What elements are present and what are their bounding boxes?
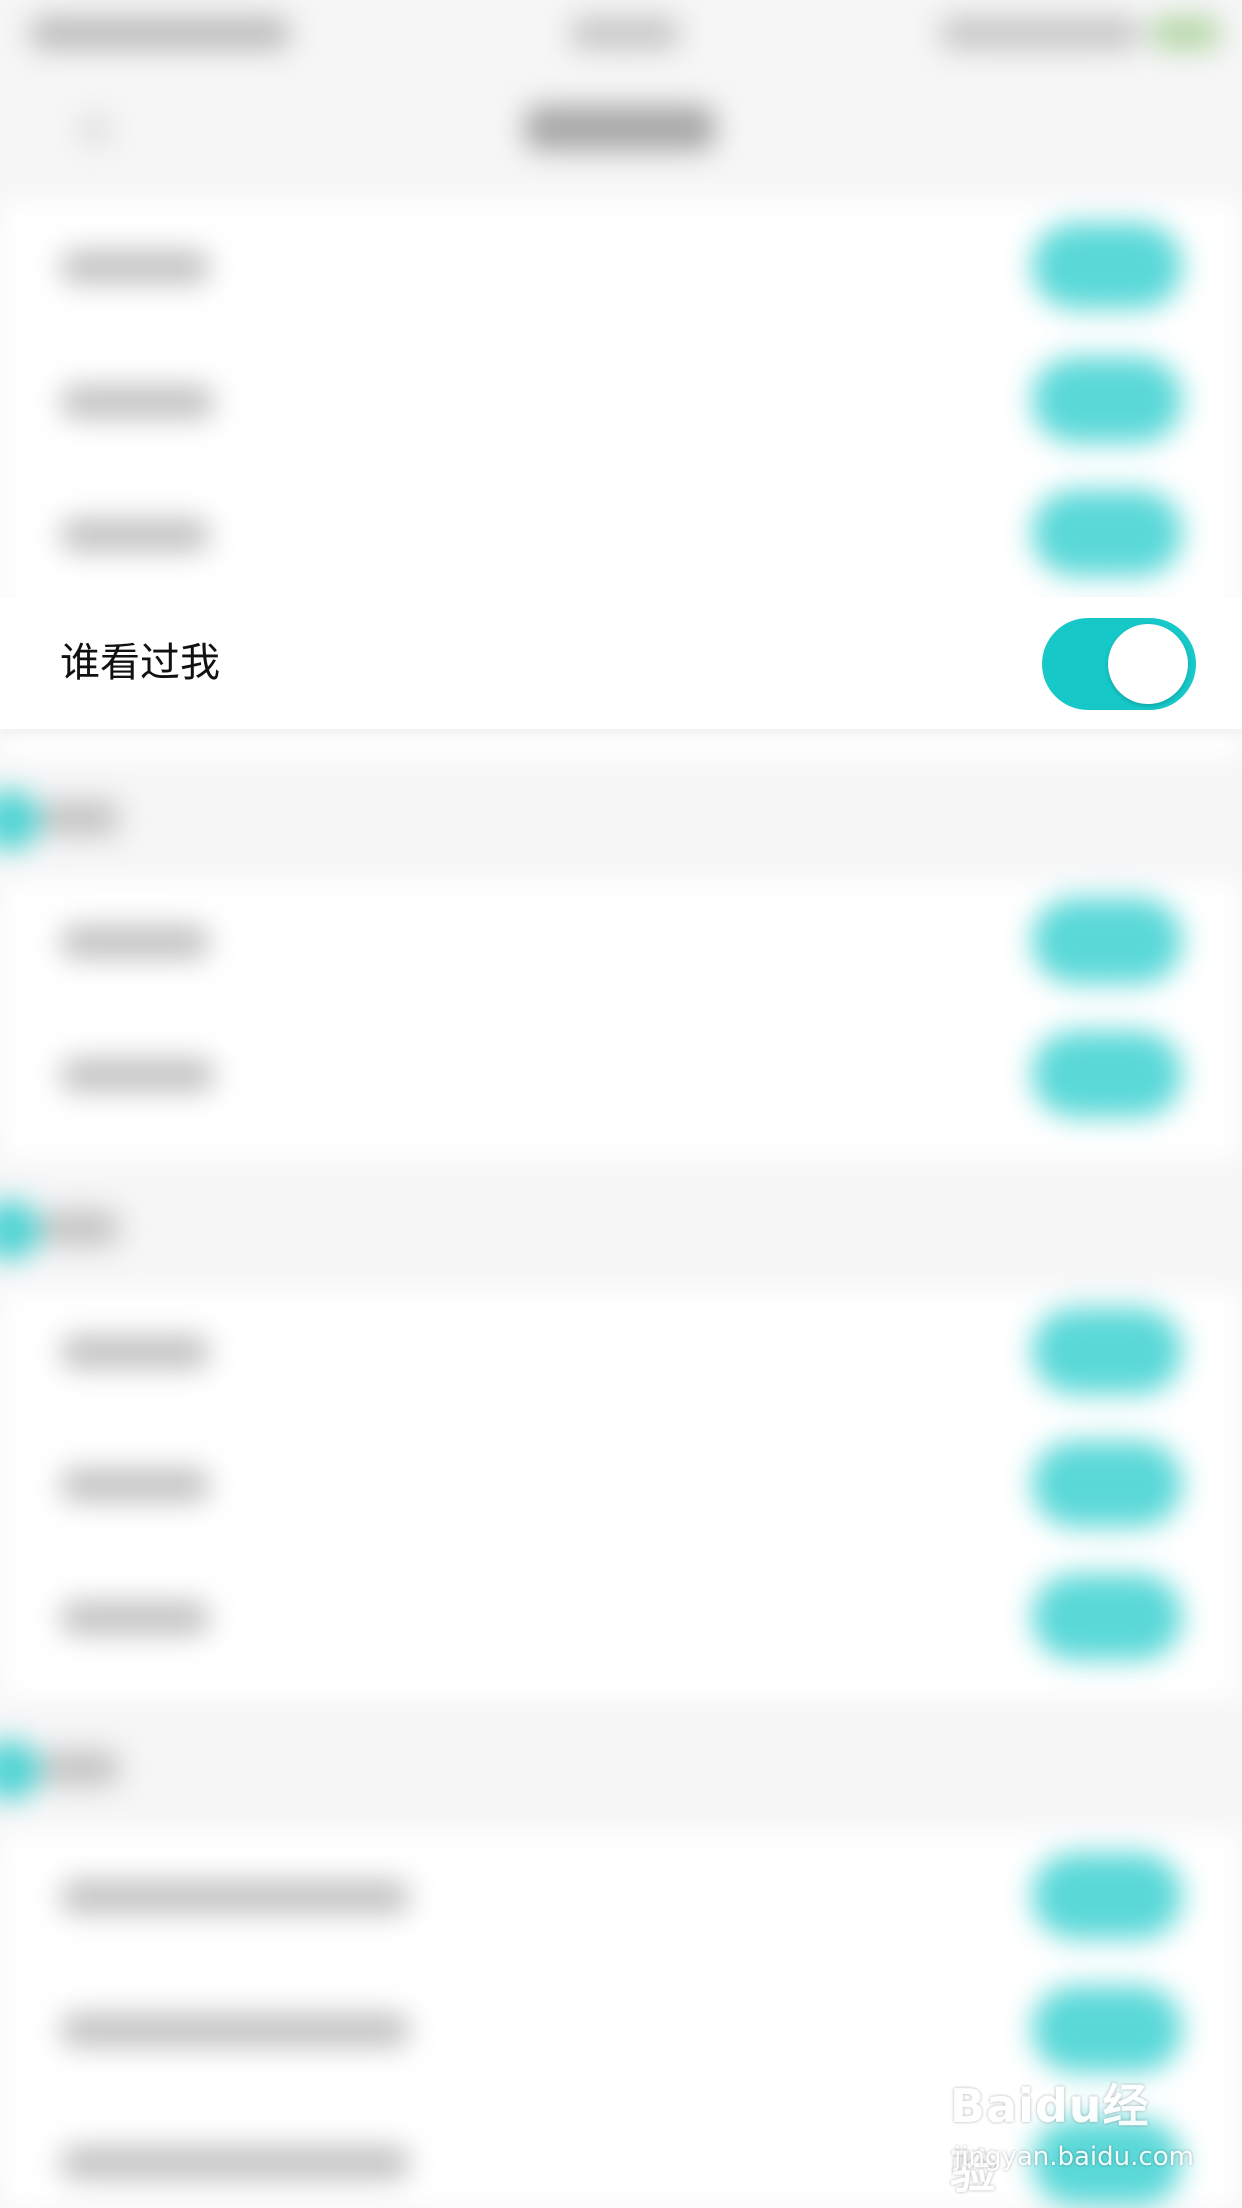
row-label	[60, 518, 210, 552]
row-label	[60, 1468, 210, 1502]
row-label	[60, 1335, 210, 1369]
row-label	[60, 1601, 210, 1635]
row-label	[60, 385, 215, 419]
row-toggle	[1032, 898, 1182, 984]
back-icon	[80, 115, 110, 145]
section-accent	[0, 1200, 40, 1260]
row-toggle	[1032, 1441, 1182, 1527]
toggle-knob[interactable]	[1108, 624, 1188, 704]
row-toggle	[1032, 1574, 1182, 1660]
status-bar-right	[940, 16, 1140, 50]
row-toggle	[1032, 1986, 1182, 2072]
section-header	[40, 1210, 120, 1246]
setting-row-who-viewed-me[interactable]: 谁看过我	[0, 597, 1242, 729]
row-label	[60, 250, 210, 284]
battery-icon	[1150, 16, 1220, 50]
row-toggle	[1032, 223, 1182, 309]
row-toggle	[1032, 1853, 1182, 1939]
section-accent	[0, 1740, 40, 1800]
row-toggle	[1032, 1031, 1182, 1117]
section-header	[40, 1750, 120, 1786]
status-bar-left	[30, 16, 290, 50]
row-label	[60, 2013, 410, 2047]
who-viewed-me-toggle[interactable]	[1042, 618, 1196, 710]
row-toggle	[1032, 357, 1182, 443]
watermark-logo: Baidu经验	[950, 2079, 1150, 2199]
nav-title	[525, 105, 715, 151]
row-label	[60, 2146, 410, 2180]
watermark-url: jingyan.baidu.com	[954, 2142, 1194, 2172]
row-label	[60, 925, 210, 959]
baidu-jingyan-watermark: Baidu经验 jingyan.baidu.com	[950, 2070, 1194, 2199]
status-bar-center	[570, 16, 680, 50]
row-label	[60, 1880, 410, 1914]
section-header	[40, 800, 120, 836]
blurred-background	[0, 0, 1242, 2208]
row-label	[60, 1058, 215, 1092]
row-toggle	[1032, 490, 1182, 576]
section-accent	[0, 790, 40, 850]
row-toggle	[1032, 1308, 1182, 1394]
setting-label: 谁看过我	[60, 640, 220, 686]
